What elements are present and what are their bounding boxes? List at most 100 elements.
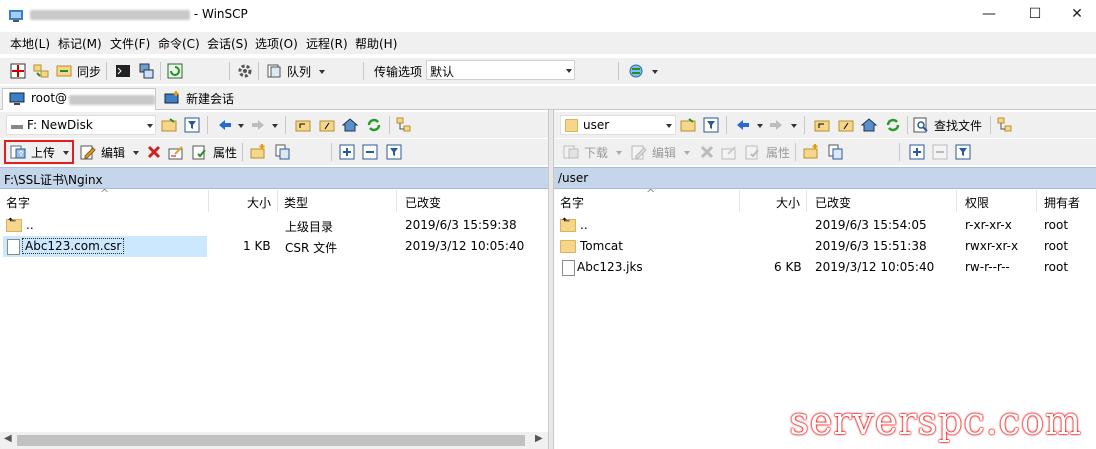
forward-arrow-icon[interactable] (768, 117, 784, 133)
local-horizontal-scrollbar[interactable]: ◀ ▶ (0, 432, 548, 449)
edit-dropdown-arrow[interactable] (684, 151, 690, 155)
edit-dropdown-arrow[interactable] (133, 151, 139, 155)
column-owner[interactable]: 拥有者 (1037, 190, 1096, 212)
find-files-icon[interactable] (913, 117, 929, 133)
column-changed[interactable]: 已改变 (807, 190, 957, 212)
select-files-icon[interactable] (909, 144, 925, 160)
menu-local[interactable]: 本地(L) (10, 35, 50, 52)
select-files-icon[interactable] (339, 144, 355, 160)
upload-button[interactable]: 上传 (31, 144, 55, 161)
tab-new-session[interactable]: 新建会话 (160, 88, 240, 110)
filter-icon[interactable] (184, 117, 200, 133)
console-icon[interactable] (115, 63, 131, 79)
new-folder-icon[interactable] (803, 144, 819, 160)
back-dropdown-arrow[interactable] (238, 124, 244, 128)
column-size[interactable]: 大小 (740, 190, 807, 212)
queue-dropdown-arrow[interactable] (319, 70, 325, 74)
column-type[interactable]: 类型 (278, 190, 397, 212)
menu-options[interactable]: 选项(O) (255, 35, 298, 52)
download-icon[interactable] (563, 144, 579, 160)
filter-icon[interactable] (386, 144, 402, 160)
scrollbar-thumb[interactable] (17, 435, 525, 446)
column-name[interactable]: 名字 ^ (554, 187, 740, 212)
queue-icon[interactable] (266, 63, 282, 79)
scroll-left-icon[interactable]: ◀ (4, 433, 12, 444)
table-row[interactable]: .. 2019/6/3 15:54:05 r-xr-xr-x root (554, 215, 1096, 236)
upload-dropdown-arrow[interactable] (63, 151, 69, 155)
column-name[interactable]: 名字 ^ (0, 187, 209, 212)
rename-icon[interactable] (168, 144, 184, 160)
edit-button[interactable]: 编辑 (652, 144, 676, 161)
remote-path-bar[interactable]: /user (554, 167, 1096, 189)
parent-directory-icon[interactable] (814, 117, 830, 133)
home-icon[interactable] (342, 117, 358, 133)
synchronize-browsing-icon[interactable] (33, 63, 49, 79)
edit-icon[interactable] (80, 144, 96, 160)
minimize-button[interactable]: — (966, 0, 1012, 30)
filter-icon[interactable] (703, 117, 719, 133)
compare-directories-icon[interactable] (10, 63, 26, 79)
forward-dropdown-arrow[interactable] (272, 124, 278, 128)
open-folder-icon[interactable] (680, 117, 696, 133)
menu-mark[interactable]: 标记(M) (58, 35, 102, 52)
table-row[interactable]: Tomcat 2019/6/3 15:51:38 rwxr-xr-x root (554, 236, 1096, 257)
new-folder-icon[interactable] (250, 144, 266, 160)
tree-view-icon[interactable] (396, 117, 412, 133)
unselect-files-icon[interactable] (362, 144, 378, 160)
refresh-session-icon[interactable] (167, 63, 183, 79)
remote-folder-combo[interactable]: user (560, 115, 676, 135)
refresh-icon[interactable] (885, 117, 901, 133)
copy-path-icon[interactable] (827, 144, 843, 160)
delete-icon[interactable] (146, 144, 162, 160)
delete-icon[interactable] (699, 144, 715, 160)
forward-arrow-icon[interactable] (250, 117, 266, 133)
upload-icon[interactable] (10, 144, 26, 160)
local-path-bar[interactable]: F:\SSL证书\Nginx (0, 167, 548, 189)
rename-icon[interactable] (721, 144, 737, 160)
tab-session[interactable]: root@ (2, 88, 156, 110)
queue-label[interactable]: 队列 (287, 63, 311, 80)
properties-icon[interactable] (745, 144, 761, 160)
forward-dropdown-arrow[interactable] (791, 124, 797, 128)
find-files-button[interactable]: 查找文件 (934, 117, 982, 134)
globe-icon[interactable] (628, 63, 644, 79)
properties-icon[interactable] (192, 144, 208, 160)
menu-help[interactable]: 帮助(H) (355, 35, 397, 52)
home-icon[interactable] (861, 117, 877, 133)
table-row[interactable]: .. 上级目录 2019/6/3 15:59:38 (0, 215, 548, 236)
local-drive-combo[interactable]: F: NewDisk (6, 115, 156, 135)
root-directory-icon[interactable] (319, 117, 335, 133)
tree-view-icon[interactable] (997, 117, 1013, 133)
globe-dropdown-arrow[interactable] (652, 70, 658, 74)
back-arrow-icon[interactable] (217, 117, 233, 133)
edit-icon[interactable] (631, 144, 647, 160)
maximize-button[interactable]: ☐ (1012, 0, 1058, 30)
transfer-preset-combo[interactable]: 默认 (426, 60, 575, 80)
column-rights[interactable]: 权限 (957, 190, 1037, 212)
unselect-files-icon[interactable] (932, 144, 948, 160)
menu-remote[interactable]: 远程(R) (306, 35, 348, 52)
column-changed[interactable]: 已改变 (397, 190, 548, 212)
column-size[interactable]: 大小 (209, 190, 278, 212)
open-folder-icon[interactable] (161, 117, 177, 133)
putty-icon[interactable] (138, 63, 154, 79)
download-dropdown-arrow[interactable] (616, 151, 622, 155)
back-arrow-icon[interactable] (735, 117, 751, 133)
menu-file[interactable]: 文件(F) (110, 35, 150, 52)
synchronize-label[interactable]: 同步 (77, 63, 101, 80)
menu-commands[interactable]: 命令(C) (158, 35, 200, 52)
refresh-icon[interactable] (366, 117, 382, 133)
copy-path-icon[interactable] (274, 144, 290, 160)
root-directory-icon[interactable] (838, 117, 854, 133)
filter-icon[interactable] (955, 144, 971, 160)
close-button[interactable]: ✕ (1054, 0, 1096, 30)
synchronize-icon[interactable] (56, 63, 72, 79)
back-dropdown-arrow[interactable] (757, 124, 763, 128)
properties-button[interactable]: 属性 (213, 144, 237, 161)
parent-directory-icon[interactable] (295, 117, 311, 133)
menu-session[interactable]: 会话(S) (207, 35, 248, 52)
download-button[interactable]: 下载 (584, 144, 608, 161)
table-row[interactable]: Abc123.com.csr 1 KB CSR 文件 2019/3/12 10:… (0, 236, 548, 257)
edit-button[interactable]: 编辑 (101, 144, 125, 161)
scroll-right-icon[interactable]: ▶ (535, 433, 543, 444)
